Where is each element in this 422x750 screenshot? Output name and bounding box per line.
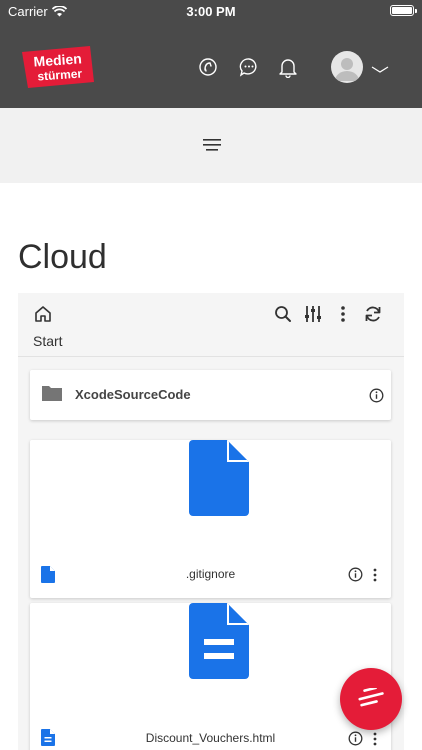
file-item[interactable]: .gitignore [30, 440, 391, 598]
file-name: .gitignore [185, 567, 236, 581]
status-bar: Carrier 3:00 PM [0, 0, 422, 22]
document-icon [189, 603, 249, 679]
more-vertical-icon[interactable] [373, 732, 377, 746]
filter-sliders-icon[interactable] [303, 304, 323, 324]
battery-icon [390, 5, 417, 16]
page-title: Cloud [18, 238, 107, 276]
search-icon[interactable] [273, 304, 293, 324]
document-type-icon [41, 729, 55, 746]
breadcrumb[interactable]: Start [33, 333, 63, 349]
notification-bell-icon[interactable] [277, 56, 299, 79]
support-icon[interactable] [197, 56, 219, 78]
folder-name: XcodeSourceCode [75, 387, 191, 402]
folder-icon [41, 384, 63, 402]
avatar[interactable] [331, 51, 363, 83]
chat-icon[interactable] [238, 56, 260, 78]
file-toolbar: Start [18, 293, 404, 357]
file-item[interactable]: Discount_Vouchers.html [30, 603, 391, 750]
fab-lines-icon [358, 688, 384, 707]
info-icon[interactable] [369, 388, 384, 403]
brand-logo[interactable]: Medien stürmer [20, 44, 96, 90]
fab-menu-button[interactable] [340, 668, 402, 730]
info-icon[interactable] [348, 731, 363, 746]
file-name: Discount_Vouchers.html [145, 731, 276, 745]
app-header: Medien stürmer [0, 22, 422, 108]
info-icon[interactable] [348, 567, 363, 582]
more-vertical-icon[interactable] [333, 304, 353, 324]
file-icon [189, 440, 249, 516]
status-time: 3:00 PM [186, 4, 236, 19]
refresh-icon[interactable] [363, 304, 383, 324]
chevron-down-icon[interactable] [371, 62, 389, 73]
file-type-icon [41, 566, 55, 583]
sub-navigation-bar [0, 108, 422, 183]
more-vertical-icon[interactable] [373, 568, 377, 582]
hamburger-menu-icon[interactable] [203, 138, 221, 152]
home-icon[interactable] [33, 304, 53, 324]
folder-item[interactable]: XcodeSourceCode [30, 370, 391, 420]
